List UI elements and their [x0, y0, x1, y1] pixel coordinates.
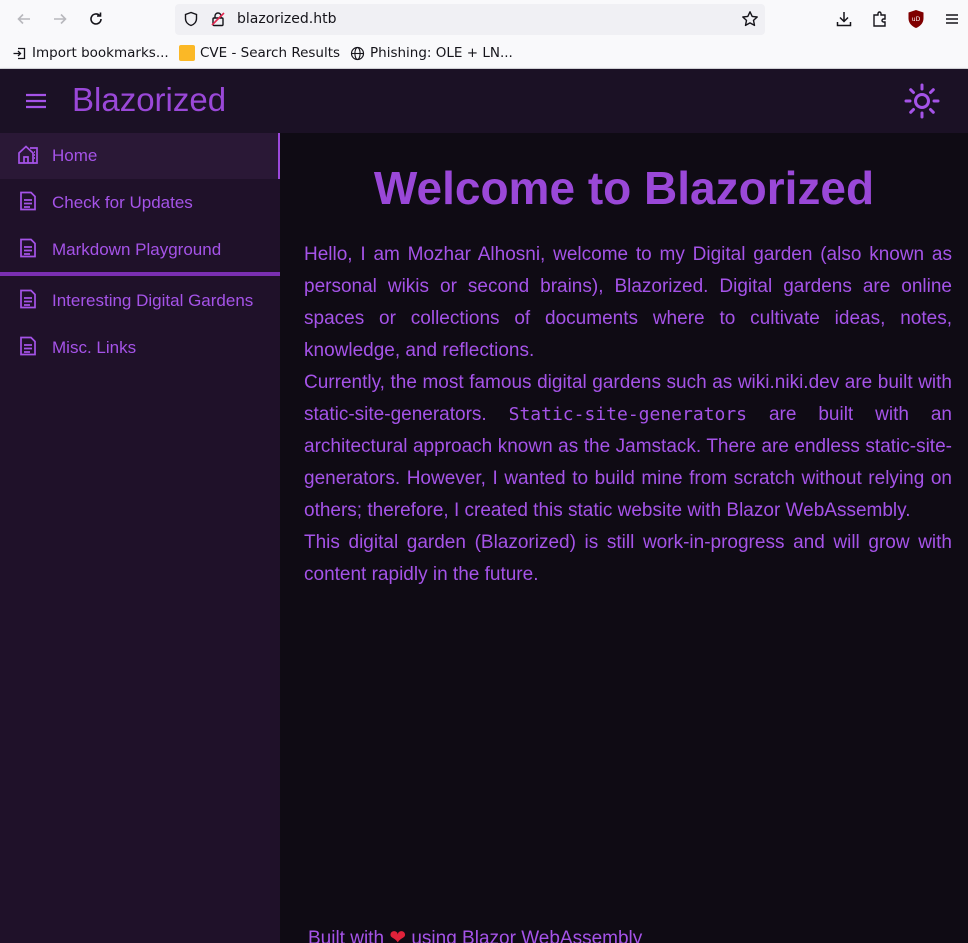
globe-icon [350, 46, 365, 60]
sidebar-item-misc-links[interactable]: Misc. Links [0, 325, 280, 371]
sidebar-item-label: Markdown Playground [52, 240, 222, 259]
home-icon [18, 145, 38, 164]
document-icon [20, 289, 36, 309]
reload-button[interactable] [84, 7, 108, 31]
back-button[interactable] [12, 7, 36, 31]
footer-text: Built with [308, 928, 390, 943]
bookmark-star-icon[interactable] [741, 10, 759, 28]
sidebar-nav: Home Check for Updates Markdown Playgrou… [0, 133, 280, 943]
download-icon [836, 12, 852, 27]
sidebar-item-interesting-digital-gardens[interactable]: Interesting Digital Gardens [0, 278, 280, 324]
brand-title[interactable]: Blazorized [72, 81, 226, 119]
app-header: Blazorized [0, 69, 968, 133]
bookmark-cve[interactable]: CVE - Search Results [179, 44, 340, 62]
bookmark-import[interactable]: Import bookmarks... [12, 44, 169, 62]
inline-code: Static-site-generators [508, 404, 748, 425]
sidebar-item-markdown-playground[interactable]: Markdown Playground [0, 227, 280, 273]
sidebar-item-label: Home [52, 146, 98, 165]
sidebar-item-check-for-updates[interactable]: Check for Updates [0, 180, 280, 226]
downloads-button[interactable] [833, 8, 855, 30]
page-footer: Built with ❤ using Blazor WebAssembly [308, 925, 642, 943]
back-arrow-icon [17, 13, 30, 25]
heart-icon: ❤ [389, 927, 407, 943]
document-icon [20, 191, 36, 211]
folder-favicon [179, 45, 195, 61]
footer-text: using Blazor WebAssembly [406, 928, 643, 943]
bookmarks-toolbar: Import bookmarks... CVE - Search Results… [0, 38, 968, 69]
page-title: Welcome to Blazorized [373, 162, 875, 214]
forward-button[interactable] [48, 7, 72, 31]
reload-icon [90, 12, 102, 25]
bookmark-label: CVE - Search Results [200, 45, 341, 61]
bookmark-phishing[interactable]: Phishing: OLE + LN... [350, 44, 513, 62]
svg-text:uD: uD [912, 16, 921, 23]
browser-toolbar: blazorized.htb uD [0, 0, 968, 38]
main-content: Welcome to Blazorized Hello, I am Mozhar… [280, 133, 968, 943]
sidebar-divider [0, 272, 280, 276]
document-icon [20, 336, 36, 356]
menu-toggle-button[interactable] [22, 89, 50, 113]
sidebar-item-label: Misc. Links [52, 338, 137, 357]
sidebar-item-label: Interesting Digital Gardens [52, 291, 254, 310]
forward-arrow-icon [54, 13, 67, 25]
ublock-button[interactable]: uD [905, 8, 927, 30]
sidebar-item-home[interactable]: Home [0, 133, 280, 179]
app-menu-button[interactable] [941, 8, 963, 30]
hamburger-icon [26, 93, 46, 109]
content-body: Hello, I am Mozhar Alhosni, welcome to m… [304, 239, 952, 591]
theme-toggle-button[interactable] [903, 82, 941, 120]
document-icon [20, 238, 36, 258]
url-text[interactable]: blazorized.htb [237, 11, 336, 27]
intro-paragraph: Hello, I am Mozhar Alhosni, welcome to m… [304, 244, 952, 361]
shield-icon[interactable] [183, 11, 199, 27]
hamburger-menu-icon [946, 14, 958, 24]
bookmark-label: Import bookmarks... [32, 45, 169, 61]
extensions-button[interactable] [869, 8, 891, 30]
ublock-shield-icon: uD [908, 10, 924, 28]
jamstack-paragraph: Currently, the most famous digital garde… [304, 367, 952, 527]
sun-icon [904, 83, 940, 119]
insecure-lock-icon[interactable] [210, 11, 226, 27]
sidebar-item-label: Check for Updates [52, 193, 193, 212]
bookmark-label: Phishing: OLE + LN... [370, 45, 513, 61]
progress-paragraph: This digital garden (Blazorized) is stil… [304, 532, 952, 585]
url-bar[interactable]: blazorized.htb [175, 4, 765, 35]
import-icon [13, 47, 26, 59]
puzzle-icon [873, 11, 886, 27]
